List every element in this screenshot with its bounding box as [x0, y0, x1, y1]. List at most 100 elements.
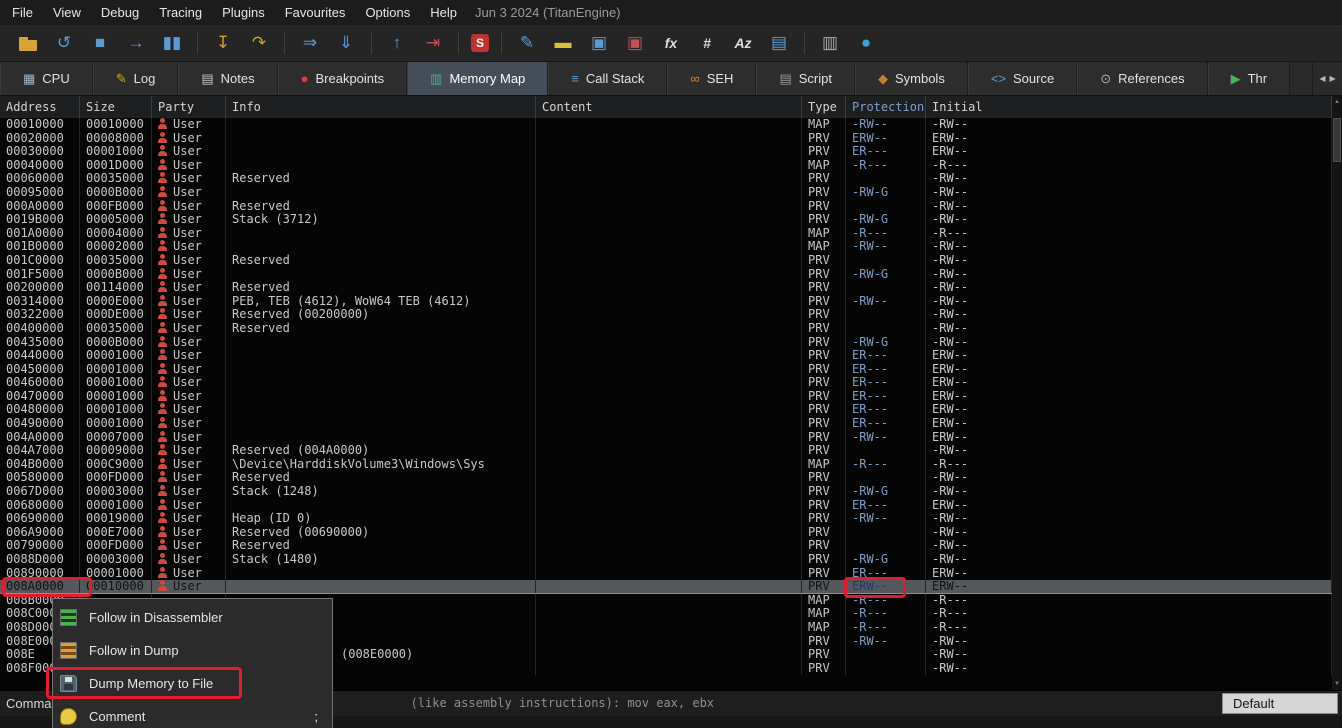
memory-row[interactable]: 0067D00000003000UserStack (1248)PRV-RW-G…	[0, 485, 1332, 499]
memory-row[interactable]: 004A700000009000UserReserved (004A0000)P…	[0, 444, 1332, 458]
memory-row[interactable]: 0068000000001000UserPRVER---ERW--	[0, 499, 1332, 513]
copy-red-icon[interactable]: ▣	[622, 31, 648, 55]
execute-till-return-icon[interactable]: ↑	[384, 31, 410, 55]
column-header-type[interactable]: Type	[802, 96, 846, 118]
tab-call-stack[interactable]: ≡Call Stack	[548, 62, 667, 95]
menu-file[interactable]: File	[2, 0, 43, 25]
copy-blue-icon[interactable]: ▣	[586, 31, 612, 55]
memory-row[interactable]: 000400000001D000UserMAP-R----R---	[0, 159, 1332, 173]
column-header-party[interactable]: Party	[152, 96, 226, 118]
cell-protection	[846, 322, 926, 336]
profile-dropdown[interactable]: Default	[1222, 693, 1338, 714]
az-icon[interactable]: Az	[730, 31, 756, 55]
memory-row[interactable]: 008A000000010000UserPRVERW--ERW--	[0, 580, 1332, 594]
memory-row[interactable]: 0049000000001000UserPRVER---ERW--	[0, 417, 1332, 431]
tab-notes[interactable]: ▤Notes	[178, 62, 277, 95]
memory-row[interactable]: 0002000000008000UserPRVERW--ERW--	[0, 132, 1332, 146]
tab-breakpoints[interactable]: ●Breakpoints	[278, 62, 408, 95]
memory-row[interactable]: 004350000000B000UserPRV-RW-G-RW--	[0, 336, 1332, 350]
run-to-user-code-icon[interactable]: ⇥	[420, 31, 446, 55]
memory-row[interactable]: 000A0000000FB000UserReservedPRV-RW--	[0, 200, 1332, 214]
scroll-down-icon[interactable]: ▼	[1332, 678, 1342, 690]
tab-symbols[interactable]: ◆Symbols	[855, 62, 968, 95]
tab-cpu[interactable]: ▦CPU	[0, 62, 93, 95]
memory-row[interactable]: 000950000000B000UserPRV-RW-G-RW--	[0, 186, 1332, 200]
memory-row[interactable]: 003140000000E000UserPEB, TEB (4612), WoW…	[0, 295, 1332, 309]
grid-icon[interactable]: ▥	[817, 31, 843, 55]
memory-row[interactable]: 0020000000114000UserReservedPRV-RW--	[0, 281, 1332, 295]
menu-tracing[interactable]: Tracing	[149, 0, 212, 25]
tab-seh[interactable]: ∞SEH	[667, 62, 756, 95]
memory-row[interactable]: 004A000000007000UserPRV-RW--ERW--	[0, 431, 1332, 445]
menu-options[interactable]: Options	[355, 0, 420, 25]
memory-row[interactable]: 004B0000000C9000User\Device\HarddiskVolu…	[0, 458, 1332, 472]
tab-script[interactable]: ▤Script	[756, 62, 855, 95]
memory-row[interactable]: 0044000000001000UserPRVER---ERW--	[0, 349, 1332, 363]
report-icon[interactable]: ▤	[766, 31, 792, 55]
scroll-up-icon[interactable]: ▲	[1332, 96, 1342, 108]
cell-content	[536, 512, 802, 526]
tab-threads[interactable]: ▶Thr	[1208, 62, 1291, 95]
menu-plugins[interactable]: Plugins	[212, 0, 275, 25]
menu-debug[interactable]: Debug	[91, 0, 149, 25]
step-into-icon[interactable]: ↧	[210, 31, 236, 55]
open-file-icon[interactable]	[15, 31, 41, 55]
menu-item-comment[interactable]: Comment;	[53, 700, 332, 728]
memory-row[interactable]: 00580000000FD000UserReservedPRV-RW--	[0, 471, 1332, 485]
memory-row[interactable]: 00322000000DE000UserReserved (00200000)P…	[0, 308, 1332, 322]
memory-row[interactable]: 00790000000FD000UserReservedPRV-RW--	[0, 539, 1332, 553]
memory-row[interactable]: 0045000000001000UserPRVER---ERW--	[0, 363, 1332, 377]
memory-row[interactable]: 0040000000035000UserReservedPRV-RW--	[0, 322, 1332, 336]
world-icon[interactable]: ●	[853, 31, 879, 55]
tab-log[interactable]: ✎Log	[93, 62, 179, 95]
memory-row[interactable]: 001F50000000B000UserPRV-RW-G-RW--	[0, 268, 1332, 282]
memory-row[interactable]: 006A9000000E7000UserReserved (00690000)P…	[0, 526, 1332, 540]
memory-row[interactable]: 0047000000001000UserPRVER---ERW--	[0, 390, 1332, 404]
hash-icon[interactable]: #	[694, 31, 720, 55]
memory-row[interactable]: 0019B00000005000UserStack (3712)PRV-RW-G…	[0, 213, 1332, 227]
restart-icon[interactable]: ↺	[51, 31, 77, 55]
menu-view[interactable]: View	[43, 0, 91, 25]
menu-item-follow-in-disassembler[interactable]: Follow in Disassembler	[53, 601, 332, 634]
column-header-address[interactable]: Address	[0, 96, 80, 118]
memory-row[interactable]: 0003000000001000UserPRVER---ERW--	[0, 145, 1332, 159]
memory-row[interactable]: 0089000000001000UserPRVER---ERW--	[0, 567, 1332, 581]
menu-item-dump-memory-to-file[interactable]: Dump Memory to File	[53, 667, 332, 700]
column-header-content[interactable]: Content	[536, 96, 802, 118]
menu-item-follow-in-dump[interactable]: Follow in Dump	[53, 634, 332, 667]
memory-row[interactable]: 0006000000035000UserReservedPRV-RW--	[0, 172, 1332, 186]
step-over-icon[interactable]: ↷	[246, 31, 272, 55]
close-icon[interactable]: ■	[87, 31, 113, 55]
vertical-scrollbar[interactable]: ▲ ▼	[1332, 96, 1342, 690]
cell-type: MAP	[802, 227, 846, 241]
cell-protection	[846, 471, 926, 485]
memory-row[interactable]: 001C000000035000UserReservedPRV-RW--	[0, 254, 1332, 268]
memory-row[interactable]: 0069000000019000UserHeap (ID 0)PRV-RW---…	[0, 512, 1332, 526]
memory-row[interactable]: 0046000000001000UserPRVER---ERW--	[0, 376, 1332, 390]
tab-scroll-right-icon[interactable]: ▶	[1330, 74, 1336, 83]
column-header-info[interactable]: Info	[226, 96, 536, 118]
tab-references[interactable]: ⊙References	[1077, 62, 1207, 95]
column-header-size[interactable]: Size	[80, 96, 152, 118]
column-header-protection[interactable]: Protection	[846, 96, 926, 118]
fx-icon[interactable]: fx	[658, 31, 684, 55]
column-header-initial[interactable]: Initial	[926, 96, 1332, 118]
scrollbar-thumb[interactable]	[1333, 118, 1341, 162]
tab-source[interactable]: <>Source	[968, 62, 1077, 95]
run-icon[interactable]: →	[123, 31, 149, 55]
memory-row[interactable]: 0001000000010000UserMAP-RW---RW--	[0, 118, 1332, 132]
script-s-icon[interactable]: S	[471, 34, 489, 52]
tab-memory-map[interactable]: ▥Memory Map	[407, 62, 548, 95]
animate-into-icon[interactable]: ⇒	[297, 31, 323, 55]
menu-help[interactable]: Help	[420, 0, 467, 25]
tab-scroll-left-icon[interactable]: ◀	[1319, 74, 1325, 83]
pause-icon[interactable]: ▮▮	[159, 31, 185, 55]
memory-row[interactable]: 0088D00000003000UserStack (1480)PRV-RW-G…	[0, 553, 1332, 567]
comment-icon[interactable]: ▬	[550, 31, 576, 55]
memory-row[interactable]: 001A000000004000UserMAP-R----R---	[0, 227, 1332, 241]
menu-favourites[interactable]: Favourites	[275, 0, 356, 25]
patch-icon[interactable]: ✎	[514, 31, 540, 55]
animate-over-icon[interactable]: ⇓	[333, 31, 359, 55]
memory-row[interactable]: 0048000000001000UserPRVER---ERW--	[0, 403, 1332, 417]
memory-row[interactable]: 001B000000002000UserMAP-RW---RW--	[0, 240, 1332, 254]
